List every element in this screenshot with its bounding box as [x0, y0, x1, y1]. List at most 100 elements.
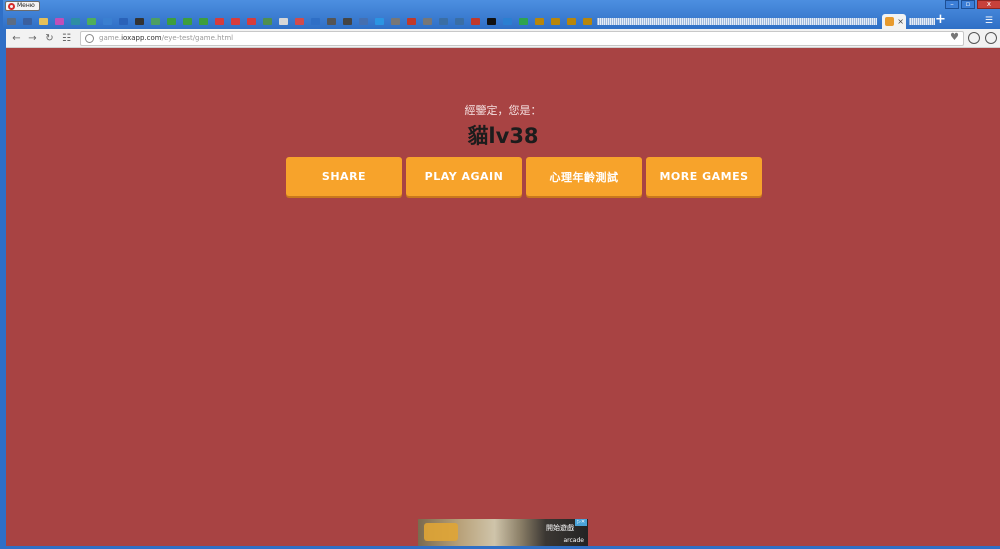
tab-favicon-icon: [503, 17, 512, 25]
pinned-tab[interactable]: [5, 16, 18, 27]
account-icon[interactable]: [985, 32, 997, 44]
pinned-tab[interactable]: [501, 16, 514, 27]
pinned-tab[interactable]: [357, 16, 370, 27]
pinned-tab[interactable]: [53, 16, 66, 27]
pinned-tab[interactable]: [389, 16, 402, 27]
close-tab-icon[interactable]: ×: [897, 17, 904, 26]
tab-overview-icon[interactable]: ☷: [60, 32, 73, 45]
pinned-tab[interactable]: [229, 16, 242, 27]
tab-favicon-icon: [375, 17, 384, 25]
pinned-tab[interactable]: [533, 16, 546, 27]
pinned-tab[interactable]: [341, 16, 354, 27]
tab-favicon-icon: [535, 17, 544, 25]
pinned-tab[interactable]: [101, 16, 114, 27]
pinned-tab[interactable]: [37, 16, 50, 27]
tab-favicon-icon: [487, 17, 496, 25]
tab-strip: Меню – ▫ x × + ☰: [3, 0, 1000, 29]
reload-icon[interactable]: ↻: [43, 32, 56, 45]
tab-favicon-icon: [391, 17, 400, 25]
pinned-tab[interactable]: [565, 16, 578, 27]
pinned-tab[interactable]: [245, 16, 258, 27]
address-bar[interactable]: game.ioxapp.com/eye-test/game.html: [80, 31, 964, 46]
tab-favicon-icon: [135, 17, 144, 25]
pinned-tab[interactable]: [469, 16, 482, 27]
tab-list: ×: [5, 13, 950, 29]
pinned-tab[interactable]: [261, 16, 274, 27]
pinned-tab[interactable]: [405, 16, 418, 27]
more-games-button[interactable]: MORE GAMES: [646, 157, 762, 196]
ad-brand: arcade: [563, 537, 585, 544]
tab-favicon-icon: [439, 17, 448, 25]
tab-favicon-icon: [23, 17, 32, 25]
tab-favicon-icon: [471, 17, 480, 25]
navigation-bar: ← → ↻ ☷ game.ioxapp.com/eye-test/game.ht…: [6, 29, 1000, 48]
bookmark-heart-icon[interactable]: ♥: [950, 32, 959, 43]
ad-banner[interactable]: 開始遊戲 arcade ▷✕: [418, 519, 588, 546]
ad-info-icon[interactable]: ▷✕: [575, 519, 587, 526]
collapsed-tabs[interactable]: [909, 17, 935, 25]
tab-favicon-icon: [359, 17, 368, 25]
pinned-tab[interactable]: [69, 16, 82, 27]
tab-menu-icon[interactable]: ☰: [985, 16, 993, 26]
pinned-tab[interactable]: [149, 16, 162, 27]
tab-favicon-icon: [119, 17, 128, 25]
forward-icon[interactable]: →: [26, 32, 39, 45]
opera-menu-button[interactable]: Меню: [5, 1, 40, 11]
collapsed-tabs[interactable]: [597, 17, 877, 25]
ad-cta-text: 開始遊戲: [546, 524, 574, 532]
tab-favicon-icon: [327, 17, 336, 25]
pinned-tab[interactable]: [517, 16, 530, 27]
tab-favicon-icon: [279, 17, 288, 25]
download-icon[interactable]: [968, 32, 980, 44]
tab-favicon-icon: [39, 17, 48, 25]
result-title: 貓lv38: [467, 124, 539, 148]
new-tab-button[interactable]: +: [935, 13, 946, 27]
pinned-tab[interactable]: [293, 16, 306, 27]
tab-favicon-icon: [423, 17, 432, 25]
pinned-tab[interactable]: [421, 16, 434, 27]
tab-favicon-icon: [7, 17, 16, 25]
pinned-tab[interactable]: [85, 16, 98, 27]
pinned-tab[interactable]: [165, 16, 178, 27]
maximize-button[interactable]: ▫: [961, 0, 975, 9]
pinned-tab[interactable]: [197, 16, 210, 27]
pinned-tab[interactable]: [549, 16, 562, 27]
tab-favicon-icon: [583, 17, 592, 25]
opera-logo-icon: [8, 2, 15, 10]
url-prefix: game.: [99, 34, 122, 42]
action-buttons: SHARE PLAY AGAIN 心理年齡測試 MORE GAMES: [286, 157, 762, 196]
tab-favicon-icon: [551, 17, 560, 25]
active-tab[interactable]: ×: [882, 13, 906, 29]
tab-favicon-icon: [183, 17, 192, 25]
minimize-button[interactable]: –: [945, 0, 959, 9]
pinned-tab[interactable]: [181, 16, 194, 27]
pinned-tab[interactable]: [437, 16, 450, 27]
tab-favicon-icon: [263, 17, 272, 25]
pinned-tab[interactable]: [133, 16, 146, 27]
share-button[interactable]: SHARE: [286, 157, 402, 196]
browser-window: Меню – ▫ x × + ☰ ← → ↻ ☷ game.ioxapp.com…: [0, 0, 1000, 549]
tab-favicon-icon: [215, 17, 224, 25]
pinned-tab[interactable]: [373, 16, 386, 27]
pinned-tab[interactable]: [277, 16, 290, 27]
age-test-button[interactable]: 心理年齡測試: [526, 157, 642, 196]
pinned-tab[interactable]: [453, 16, 466, 27]
pinned-tab[interactable]: [213, 16, 226, 27]
tab-favicon-icon: [343, 17, 352, 25]
tab-favicon-icon: [87, 17, 96, 25]
tab-favicon-icon: [455, 17, 464, 25]
menu-label: Меню: [17, 2, 35, 9]
pinned-tab[interactable]: [581, 16, 594, 27]
pinned-tab[interactable]: [117, 16, 130, 27]
pinned-tab[interactable]: [21, 16, 34, 27]
tab-favicon-icon: [519, 17, 528, 25]
tab-favicon-icon: [231, 17, 240, 25]
tab-favicon-icon: [151, 17, 160, 25]
pinned-tab[interactable]: [309, 16, 322, 27]
game-page: 經鑒定，您是： 貓lv38 SHARE PLAY AGAIN 心理年齡測試 MO…: [6, 48, 1000, 546]
back-icon[interactable]: ←: [10, 32, 23, 45]
pinned-tab[interactable]: [485, 16, 498, 27]
close-window-button[interactable]: x: [977, 0, 1000, 9]
play-again-button[interactable]: PLAY AGAIN: [406, 157, 522, 196]
pinned-tab[interactable]: [325, 16, 338, 27]
